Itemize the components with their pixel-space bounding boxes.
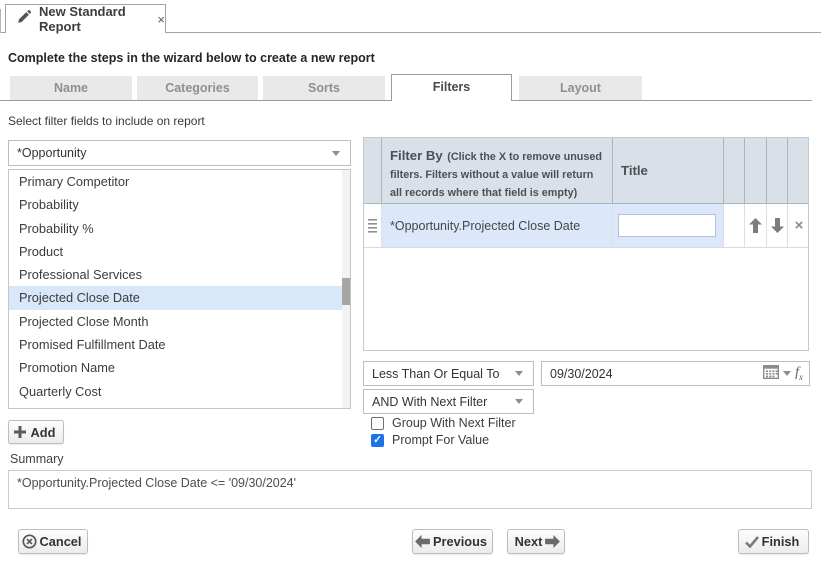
list-item[interactable]: Probability — [9, 193, 350, 216]
finish-label: Finish — [762, 534, 800, 549]
arrow-right-icon — [545, 535, 560, 548]
filters-table: Filter By (Click the X to remove unused … — [363, 137, 809, 351]
list-item[interactable]: Quarterly Revenue — [9, 403, 350, 409]
plus-icon — [14, 426, 26, 438]
report-wizard-window: New Standard Report × Complete the steps… — [0, 0, 821, 567]
group-with-next-filter-checkbox[interactable]: Group With Next Filter — [371, 416, 516, 430]
chevron-down-icon — [332, 151, 340, 156]
prompt-checkbox-label: Prompt For Value — [392, 433, 489, 447]
finish-button[interactable]: Finish — [738, 529, 809, 554]
operator-dropdown[interactable]: Less Than Or Equal To — [363, 361, 534, 386]
header-filter-by: Filter By (Click the X to remove unused … — [382, 138, 613, 203]
list-item[interactable]: Probability % — [9, 217, 350, 240]
next-label: Next — [515, 534, 543, 549]
document-tab-title: New Standard Report — [39, 4, 150, 34]
remove-x-icon: × — [795, 218, 804, 233]
filters-table-empty-area — [364, 248, 808, 351]
previous-label: Previous — [433, 534, 487, 549]
calendar-caret-icon[interactable] — [783, 371, 791, 376]
filter-title-input[interactable] — [618, 214, 716, 237]
cancel-button[interactable]: Cancel — [18, 529, 88, 554]
filters-table-header: Filter By (Click the X to remove unused … — [364, 138, 808, 204]
list-item[interactable]: Product — [9, 240, 350, 263]
list-item[interactable]: Professional Services — [9, 263, 350, 286]
checkbox-checked-icon[interactable]: ✓ — [371, 434, 384, 447]
add-button[interactable]: Add — [8, 420, 64, 444]
cancel-circle-x-icon — [22, 534, 37, 549]
tab-layout[interactable]: Layout — [519, 76, 642, 100]
list-item[interactable]: Primary Competitor — [9, 170, 350, 193]
drag-handle-icon — [368, 219, 377, 233]
window-edge — [0, 9, 1, 33]
operator-value: Less Than Or Equal To — [364, 367, 515, 381]
header-spacer — [724, 138, 745, 203]
filter-fields-label: Select filter fields to include on repor… — [8, 114, 205, 128]
chevron-down-icon — [515, 399, 523, 404]
move-up-button[interactable] — [745, 204, 767, 247]
table-select-value: *Opportunity — [9, 146, 332, 160]
tab-filters[interactable]: Filters — [391, 74, 512, 101]
tab-categories[interactable]: Categories — [137, 76, 258, 100]
filter-row: *Opportunity.Projected Close Date × — [364, 204, 808, 248]
previous-button[interactable]: Previous — [412, 529, 493, 554]
drag-handle[interactable] — [364, 204, 382, 247]
wizard-instruction: Complete the steps in the wizard below t… — [8, 51, 375, 65]
list-scrollbar[interactable] — [342, 170, 350, 408]
list-item[interactable]: Promotion Name — [9, 356, 350, 379]
filter-value-field[interactable]: 09/30/2024 fx — [541, 361, 810, 386]
filter-value-text: 09/30/2024 — [542, 367, 763, 381]
header-down-column — [767, 138, 788, 203]
summary-label: Summary — [10, 452, 63, 466]
summary-text-box: *Opportunity.Projected Close Date <= '09… — [8, 470, 812, 509]
header-remove-column — [788, 138, 810, 203]
add-button-label: Add — [31, 425, 56, 440]
group-checkbox-label: Group With Next Filter — [392, 416, 516, 430]
table-select-dropdown[interactable]: *Opportunity — [8, 140, 351, 166]
move-up-icon — [749, 218, 762, 233]
field-listbox[interactable]: Primary Competitor Probability Probabili… — [8, 169, 351, 409]
filter-row-field: *Opportunity.Projected Close Date — [382, 204, 613, 247]
filter-by-label: Filter By — [390, 148, 443, 163]
list-item[interactable]: Projected Close Month — [9, 310, 350, 333]
remove-filter-button[interactable]: × — [788, 204, 810, 247]
tab-sorts[interactable]: Sorts — [263, 76, 385, 100]
list-scrollbar-thumb[interactable] — [342, 278, 350, 305]
tab-close-icon[interactable]: × — [157, 13, 165, 26]
list-item[interactable]: Quarterly Cost — [9, 380, 350, 403]
formula-fx-icon[interactable]: fx — [795, 365, 803, 382]
chevron-down-icon — [515, 371, 523, 376]
move-down-button[interactable] — [767, 204, 788, 247]
tab-name[interactable]: Name — [10, 76, 132, 100]
list-item-selected[interactable]: Projected Close Date — [9, 286, 350, 309]
header-up-column — [745, 138, 767, 203]
header-drag-column — [364, 138, 382, 203]
cancel-label: Cancel — [40, 534, 82, 549]
checkbox-unchecked-icon[interactable] — [371, 417, 384, 430]
next-button[interactable]: Next — [507, 529, 565, 554]
document-tab-new-standard-report[interactable]: New Standard Report × — [5, 4, 166, 33]
list-item[interactable]: Promised Fulfillment Date — [9, 333, 350, 356]
combine-value: AND With Next Filter — [364, 395, 515, 409]
prompt-for-value-checkbox[interactable]: ✓ Prompt For Value — [371, 433, 489, 447]
arrow-left-icon — [415, 535, 430, 548]
checkmark-icon — [745, 536, 759, 548]
calendar-icon[interactable] — [763, 364, 779, 384]
filter-row-spacer — [724, 204, 745, 247]
filter-row-title-cell — [613, 204, 724, 247]
move-down-icon — [771, 218, 784, 233]
pencil-icon — [17, 9, 32, 29]
header-title: Title — [613, 138, 724, 203]
combine-dropdown[interactable]: AND With Next Filter — [363, 389, 534, 414]
